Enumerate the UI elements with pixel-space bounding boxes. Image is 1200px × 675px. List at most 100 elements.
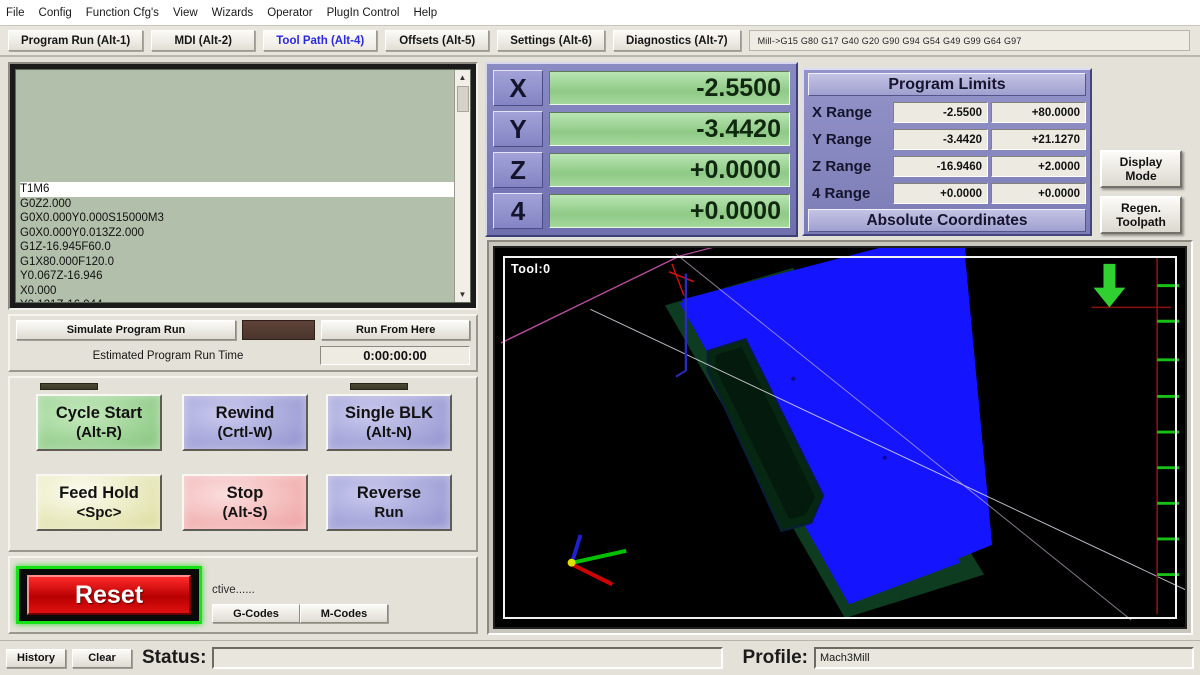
reverse-run-button[interactable]: Reverse Run (326, 474, 452, 531)
toolpath-render (500, 248, 1185, 621)
feed-hold-label-2: <Spc> (76, 503, 122, 521)
limit-max-z: +2.0000 (991, 156, 1086, 177)
gcode-line[interactable]: G0Z2.000 (20, 197, 454, 212)
dro-axis-label-y: Y (493, 111, 543, 147)
cycle-start-button[interactable]: Cycle Start (Alt-R) (36, 394, 162, 451)
profile-label: Profile: (742, 647, 808, 668)
simulate-led-indicator (242, 320, 316, 340)
menu-item-function-cfgs[interactable]: Function Cfg's (86, 7, 159, 19)
limit-min-z: -16.9460 (893, 156, 988, 177)
reverse-run-label-1: Reverse (356, 483, 422, 502)
rewind-button[interactable]: Rewind (Crtl-W) (182, 394, 308, 451)
limit-max-x: +80.0000 (991, 102, 1086, 123)
limit-row-z: Z Range -16.9460 +2.0000 (808, 153, 1086, 180)
clear-button[interactable]: Clear (72, 648, 132, 668)
gcode-line[interactable]: G1X80.000F120.0 (20, 255, 454, 270)
stop-label-1: Stop (226, 483, 264, 502)
dro-panel: X -2.5500 Y -3.4420 Z +0.0000 4 +0.0000 (485, 62, 798, 237)
dro-value-x[interactable]: -2.5500 (549, 71, 790, 105)
gcode-line[interactable]: Y0.121Z-16.944 (20, 298, 454, 302)
gcode-line[interactable]: G0X0.000Y0.013Z2.000 (20, 226, 454, 241)
gcode-line[interactable]: X0.000 (20, 284, 454, 299)
feed-hold-label-1: Feed Hold (59, 483, 139, 502)
menu-item-help[interactable]: Help (413, 7, 437, 19)
single-blk-label-2: (Alt-N) (366, 423, 412, 441)
tab-mdi[interactable]: MDI (Alt-2) (151, 30, 256, 51)
estimated-time-row: Estimated Program Run Time 0:00:00:00 (16, 346, 470, 365)
active-gcode-status: Mill->G15 G80 G17 G40 G20 G90 G94 G54 G4… (748, 30, 1190, 51)
simulation-bar: Simulate Program Run Run From Here Estim… (8, 314, 478, 372)
regen-toolpath-label-2: Toolpath (1116, 215, 1166, 229)
menu-item-file[interactable]: File (6, 7, 25, 19)
tab-tool-path[interactable]: Tool Path (Alt-4) (263, 30, 378, 51)
active-status-text: ctive...... (212, 584, 255, 596)
dro-value-4[interactable]: +0.0000 (549, 194, 790, 228)
program-limits-title: Program Limits (808, 73, 1086, 96)
limit-label-z: Z Range (812, 158, 872, 175)
menu-item-plugin-control[interactable]: PlugIn Control (327, 7, 400, 19)
regen-toolpath-button[interactable]: Regen. Toolpath (1100, 196, 1182, 234)
reverse-run-label-2: Run (374, 503, 404, 521)
estimated-time-value: 0:00:00:00 (320, 346, 470, 365)
program-limits-panel: Program Limits X Range -2.5500 +80.0000 … (802, 68, 1092, 236)
stop-label-2: (Alt-S) (222, 503, 268, 521)
reset-indicator-ring: Reset (16, 566, 202, 624)
dro-row-x: X -2.5500 (493, 69, 790, 107)
toolpath-viewport-frame: Tool:0 (487, 240, 1193, 635)
regen-toolpath-label-1: Regen. (1120, 201, 1161, 215)
dro-value-z[interactable]: +0.0000 (549, 153, 790, 187)
toolpath-viewport[interactable]: Tool:0 (493, 246, 1187, 629)
dro-row-4: 4 +0.0000 (493, 192, 790, 230)
axis-indicator (567, 534, 627, 587)
dro-row-y: Y -3.4420 (493, 110, 790, 148)
stop-button[interactable]: Stop (Alt-S) (182, 474, 308, 531)
feed-hold-button[interactable]: Feed Hold <Spc> (36, 474, 162, 531)
single-blk-button[interactable]: Single BLK (Alt-N) (326, 394, 452, 451)
reset-panel: Reset ctive...... G-Codes M-Codes (8, 556, 478, 634)
menu-item-config[interactable]: Config (39, 7, 72, 19)
tab-offsets[interactable]: Offsets (Alt-5) (385, 30, 490, 51)
limit-label-4: 4 Range (812, 185, 871, 202)
dro-axis-label-4: 4 (493, 193, 543, 229)
mcodes-button[interactable]: M-Codes (300, 604, 388, 623)
gcode-lines[interactable]: T1M6 G0Z2.000 G0X0.000Y0.000S15000M3 G0X0.0… (16, 182, 454, 302)
display-mode-button[interactable]: Display Mode (1100, 150, 1182, 188)
scroll-thumb[interactable] (457, 86, 469, 112)
menu-item-view[interactable]: View (173, 7, 198, 19)
mach3-window: File Config Function Cfg's View Wizards … (0, 0, 1200, 675)
tab-program-run[interactable]: Program Run (Alt-1) (8, 30, 144, 51)
gcode-line[interactable]: T1M6 (20, 182, 454, 197)
estimated-time-label: Estimated Program Run Time (92, 349, 244, 362)
rewind-label-1: Rewind (215, 403, 275, 422)
status-bar: History Clear Status: Profile: Mach3Mill (0, 640, 1200, 675)
rewind-label-2: (Crtl-W) (217, 423, 273, 441)
history-button[interactable]: History (6, 648, 66, 668)
gcode-line[interactable]: G1Z-16.945F60.0 (20, 240, 454, 255)
dro-value-y[interactable]: -3.4420 (549, 112, 790, 146)
limit-row-y: Y Range -3.4420 +21.1270 (808, 126, 1086, 153)
single-blk-label-1: Single BLK (344, 403, 433, 422)
run-from-here-button[interactable]: Run From Here (321, 320, 470, 340)
vertical-ruler (1091, 255, 1180, 615)
menu-item-operator[interactable]: Operator (267, 7, 312, 19)
cycle-start-label-1: Cycle Start (55, 403, 143, 422)
scroll-down-icon[interactable]: ▼ (455, 287, 470, 302)
status-field (212, 647, 723, 669)
limit-row-x: X Range -2.5500 +80.0000 (808, 99, 1086, 126)
tab-diagnostics[interactable]: Diagnostics (Alt-7) (612, 30, 741, 51)
gcode-line[interactable]: G0X0.000Y0.000S15000M3 (20, 211, 454, 226)
gcodes-button[interactable]: G-Codes (212, 604, 300, 623)
gcode-line[interactable]: Y0.067Z-16.946 (20, 269, 454, 284)
limit-min-x: -2.5500 (893, 102, 988, 123)
display-mode-label-1: Display (1119, 155, 1163, 169)
gcode-list-inner[interactable]: T1M6 G0Z2.000 G0X0.000Y0.000S15000M3 G0X0.0… (15, 69, 471, 303)
gcode-scrollbar[interactable]: ▲ ▼ (454, 70, 470, 302)
limit-row-4: 4 Range +0.0000 +0.0000 (808, 180, 1086, 207)
tab-settings[interactable]: Settings (Alt-6) (497, 30, 605, 51)
scroll-up-icon[interactable]: ▲ (455, 70, 470, 85)
menu-item-wizards[interactable]: Wizards (212, 7, 254, 19)
simulate-program-run-button[interactable]: Simulate Program Run (16, 320, 236, 340)
limit-min-4: +0.0000 (893, 183, 988, 204)
display-mode-label-2: Mode (1125, 169, 1157, 183)
reset-button[interactable]: Reset (27, 575, 191, 615)
